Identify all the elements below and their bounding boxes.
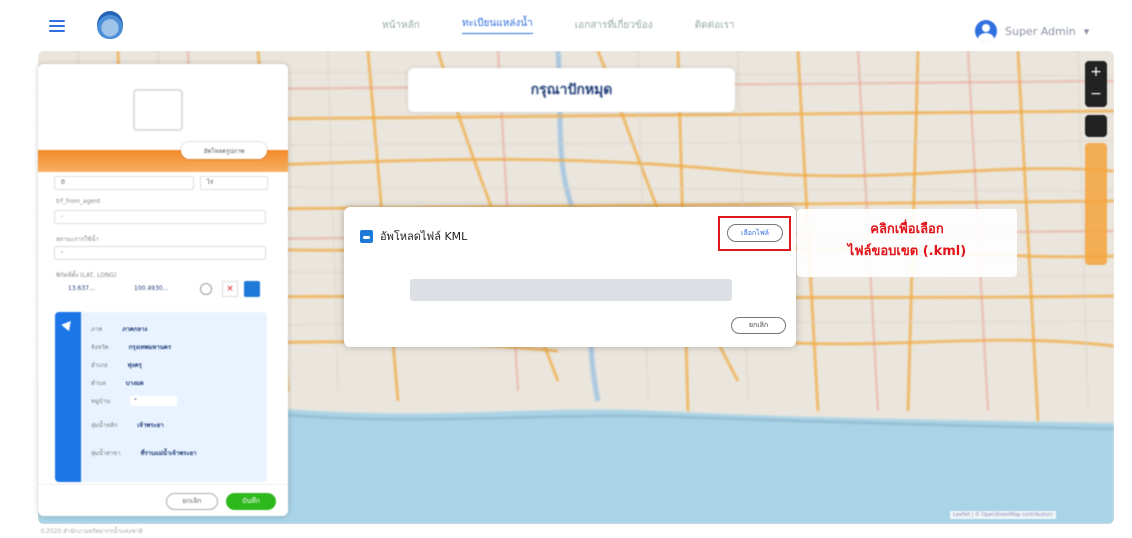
info-key: หมู่บ้าน: [91, 398, 111, 405]
modal-header: อัพโหลดไฟล์ KML: [360, 227, 467, 245]
location-icon: [61, 317, 75, 332]
info-key: อำเภอ: [91, 362, 108, 369]
info-key: จังหวัด: [91, 344, 109, 351]
area-input[interactable]: 0: [54, 176, 194, 190]
highlight-box: [718, 216, 791, 251]
upload-icon: [360, 229, 373, 243]
upload-image-button[interactable]: อัพโหลดรูปภาพ: [181, 142, 267, 159]
info-row: หมู่บ้าน -: [91, 396, 261, 406]
unit-value: ไร่: [207, 179, 214, 186]
info-key: ภาค: [91, 326, 103, 333]
info-key: ลุ่มน้ำหลัก: [91, 422, 118, 429]
top-bar: หน้าหลัก ทะเบียนแหล่งน้ำ เอกสารที่เกี่ยว…: [0, 0, 1132, 50]
location-strip: [55, 312, 81, 482]
panel-footer: ยกเลิก บันทึก: [38, 484, 288, 516]
status-value: -: [61, 249, 64, 256]
info-key: ตำบล: [91, 380, 106, 387]
zoom-control: + −: [1085, 61, 1107, 107]
page-title: กรุณาปักหมุด: [530, 82, 613, 98]
info-key: ลุ่มน้ำสาขา: [91, 450, 121, 457]
image-area: [38, 64, 288, 144]
info-value: บางมด: [125, 380, 144, 387]
status-input[interactable]: -: [54, 246, 266, 260]
info-value[interactable]: -: [130, 396, 177, 406]
agent-input[interactable]: -: [54, 210, 266, 224]
nav-home[interactable]: หน้าหลัก: [382, 18, 420, 33]
info-value: เจ้าพระยา: [137, 422, 164, 429]
save-button[interactable]: บันทึก: [226, 493, 276, 510]
main-nav: หน้าหลัก ทะเบียนแหล่งน้ำ เอกสารที่เกี่ยว…: [382, 0, 735, 50]
lat-value[interactable]: 13.637...: [68, 285, 95, 292]
logo[interactable]: [97, 11, 123, 39]
info-row: ตำบล บางมด: [91, 378, 261, 388]
draw-toolbar[interactable]: [1085, 143, 1107, 265]
nav-water-registry[interactable]: ทะเบียนแหล่งน้ำ: [461, 16, 533, 34]
upload-kml-icon[interactable]: [244, 281, 260, 297]
avatar: [975, 20, 997, 42]
info-row: ลุ่มน้ำสาขา ที่ราบแม่น้ำเจ้าพระยา: [91, 448, 261, 458]
upload-image-label: อัพโหลดรูปภาพ: [203, 147, 245, 155]
image-placeholder-icon: [133, 89, 183, 131]
callout-line-2: ไฟล์ขอบเขต (.kml): [847, 244, 967, 259]
info-row: ภาค ภาคกลาง: [91, 324, 261, 334]
long-value[interactable]: 100.4930...: [134, 285, 168, 292]
clear-icon[interactable]: ×: [222, 281, 238, 297]
info-row: จังหวัด กรุงเทพมหานคร: [91, 342, 261, 352]
info-value: กรุงเทพมหานคร: [128, 344, 172, 351]
layers-button[interactable]: [1085, 115, 1107, 137]
field-label: trf_from_agent: [56, 198, 101, 205]
copyright-footer: ©2020 สำนักงานทรัพยากรน้ำแห่งชาติ: [40, 528, 143, 535]
nav-documents[interactable]: เอกสารที่เกี่ยวข้อง: [575, 18, 653, 33]
location-info-card: ภาค ภาคกลาง จังหวัด กรุงเทพมหานคร อำเภอ ทุ่…: [55, 312, 267, 482]
area-value: 0: [61, 179, 65, 186]
info-row: ลุ่มน้ำหลัก เจ้าพระยา: [91, 420, 261, 430]
user-name: Super Admin: [1005, 24, 1076, 38]
menu-icon[interactable]: [49, 20, 65, 32]
info-value: ภาคกลาง: [122, 326, 148, 333]
coords-label: พิกัดที่ตั้ง (LAT, LONG): [56, 272, 117, 279]
info-row: อำเภอ ทุ่งครุ: [91, 360, 261, 370]
zoom-out-button[interactable]: −: [1085, 83, 1107, 105]
info-value: ทุ่งครุ: [127, 362, 142, 369]
chevron-down-icon: ▾: [1083, 24, 1090, 38]
upload-progress-bar: [410, 279, 732, 301]
callout-line-1: คลิกเพื่อเลือก: [870, 222, 944, 237]
refresh-icon[interactable]: [200, 283, 212, 295]
field-label: สถานะการใช้น้ำ: [56, 236, 99, 243]
info-value: ที่ราบแม่น้ำเจ้าพระยา: [140, 450, 197, 457]
agent-value: -: [61, 213, 64, 220]
map-tools: + −: [1085, 61, 1109, 265]
map-attribution[interactable]: Leaflet | © OpenStreetMap contributors: [950, 511, 1056, 519]
side-panel: อัพโหลดรูปภาพ 0 ไร่ trf_from_agent - สถา…: [38, 64, 288, 516]
panel-cancel-button[interactable]: ยกเลิก: [166, 493, 218, 510]
user-menu[interactable]: Super Admin ▾: [975, 20, 1089, 42]
nav-contact[interactable]: ติดต่อเรา: [695, 18, 735, 33]
modal-title: อัพโหลดไฟล์ KML: [380, 230, 468, 243]
unit-select[interactable]: ไร่: [200, 176, 268, 190]
map-title-card: กรุณาปักหมุด: [408, 68, 735, 112]
cancel-button[interactable]: ยกเลิก: [731, 317, 786, 334]
zoom-in-button[interactable]: +: [1085, 61, 1107, 83]
instruction-callout: คลิกเพื่อเลือก ไฟล์ขอบเขต (.kml): [797, 209, 1017, 277]
